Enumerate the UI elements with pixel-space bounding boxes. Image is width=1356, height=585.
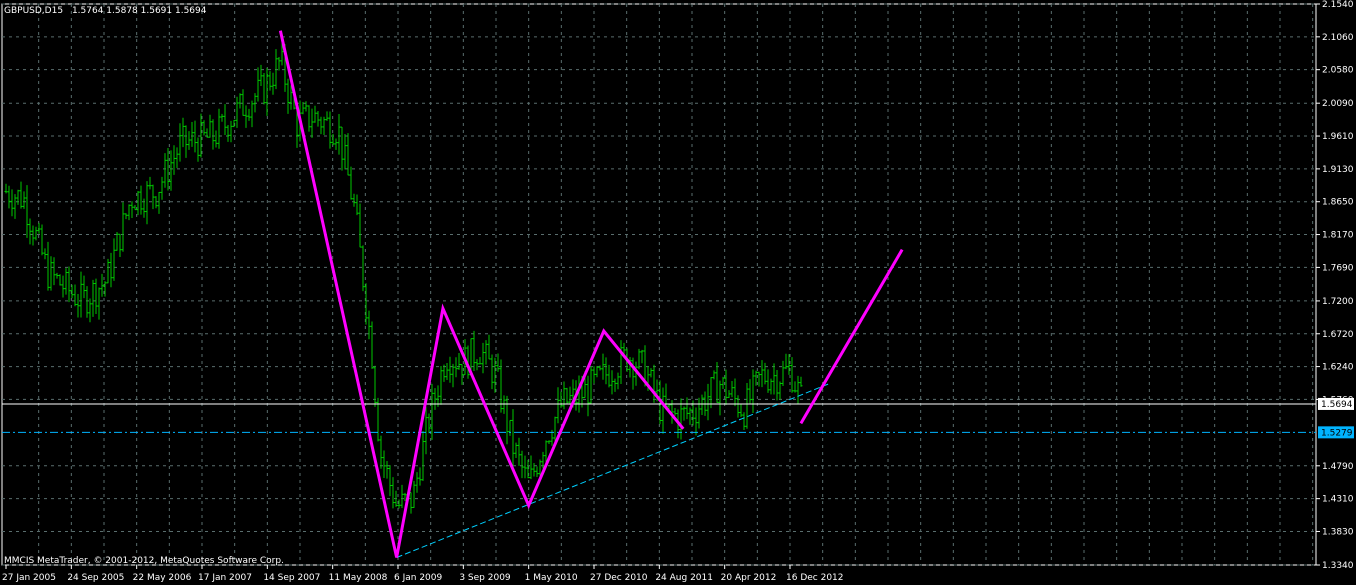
x-tick-label: 24 Sep 2005 (67, 573, 124, 583)
symbol-label: GBPUSD,D15 (4, 6, 63, 16)
chart-header: GBPUSD,D15 1.5764 1.5878 1.5691 1.5694 (4, 6, 207, 16)
chart-background (0, 0, 1356, 585)
x-tick-label: 14 Sep 2007 (263, 573, 320, 583)
x-tick-label: 1 May 2010 (525, 573, 578, 583)
ohlc-values: 1.5764 1.5878 1.5691 1.5694 (72, 6, 207, 16)
copyright-text: MMCIS MetaTrader, © 2001-2012, MetaQuote… (4, 556, 284, 566)
y-tick-label: 1.7690 (1322, 263, 1354, 273)
x-tick-label: 17 Jan 2007 (198, 573, 252, 583)
x-tick-label: 22 May 2006 (133, 573, 192, 583)
y-tick-label: 2.0580 (1322, 66, 1354, 76)
x-tick-label: 24 Aug 2011 (655, 573, 713, 583)
x-tick-label: 16 Dec 2012 (786, 573, 844, 583)
y-tick-label: 1.7200 (1322, 297, 1354, 307)
x-tick-label: 20 Apr 2012 (721, 573, 777, 583)
level-line-label: 1.5279 (1321, 428, 1353, 438)
y-tick-label: 1.9610 (1322, 132, 1354, 142)
chart: 2.1540 2.1060 2.0580 2.0090 1.9610 1.9130 1.86… (0, 0, 1356, 585)
y-tick-label: 1.8170 (1322, 231, 1354, 241)
y-tick-label: 1.6240 (1322, 363, 1354, 373)
y-tick-label: 1.3340 (1322, 561, 1354, 571)
y-tick-label: 1.4790 (1322, 462, 1354, 472)
y-tick-label: 1.3830 (1322, 527, 1354, 537)
y-tick-label: 1.9130 (1322, 165, 1354, 175)
x-tick-label: 3 Sep 2009 (459, 573, 511, 583)
y-tick-label: 1.8650 (1322, 198, 1354, 208)
x-tick-label: 27 Jan 2005 (2, 573, 56, 583)
current-price-label: 1.5694 (1321, 400, 1353, 410)
y-tick-label: 1.4310 (1322, 495, 1354, 505)
x-tick-label: 6 Jan 2009 (394, 573, 442, 583)
y-tick-label: 1.6720 (1322, 330, 1354, 340)
y-tick-label: 2.1540 (1322, 0, 1354, 10)
x-tick-label: 11 May 2008 (329, 573, 388, 583)
y-tick-label: 2.1060 (1322, 33, 1354, 43)
y-tick-label: 2.0090 (1322, 99, 1354, 109)
x-tick-label: 27 Dec 2010 (590, 573, 648, 583)
